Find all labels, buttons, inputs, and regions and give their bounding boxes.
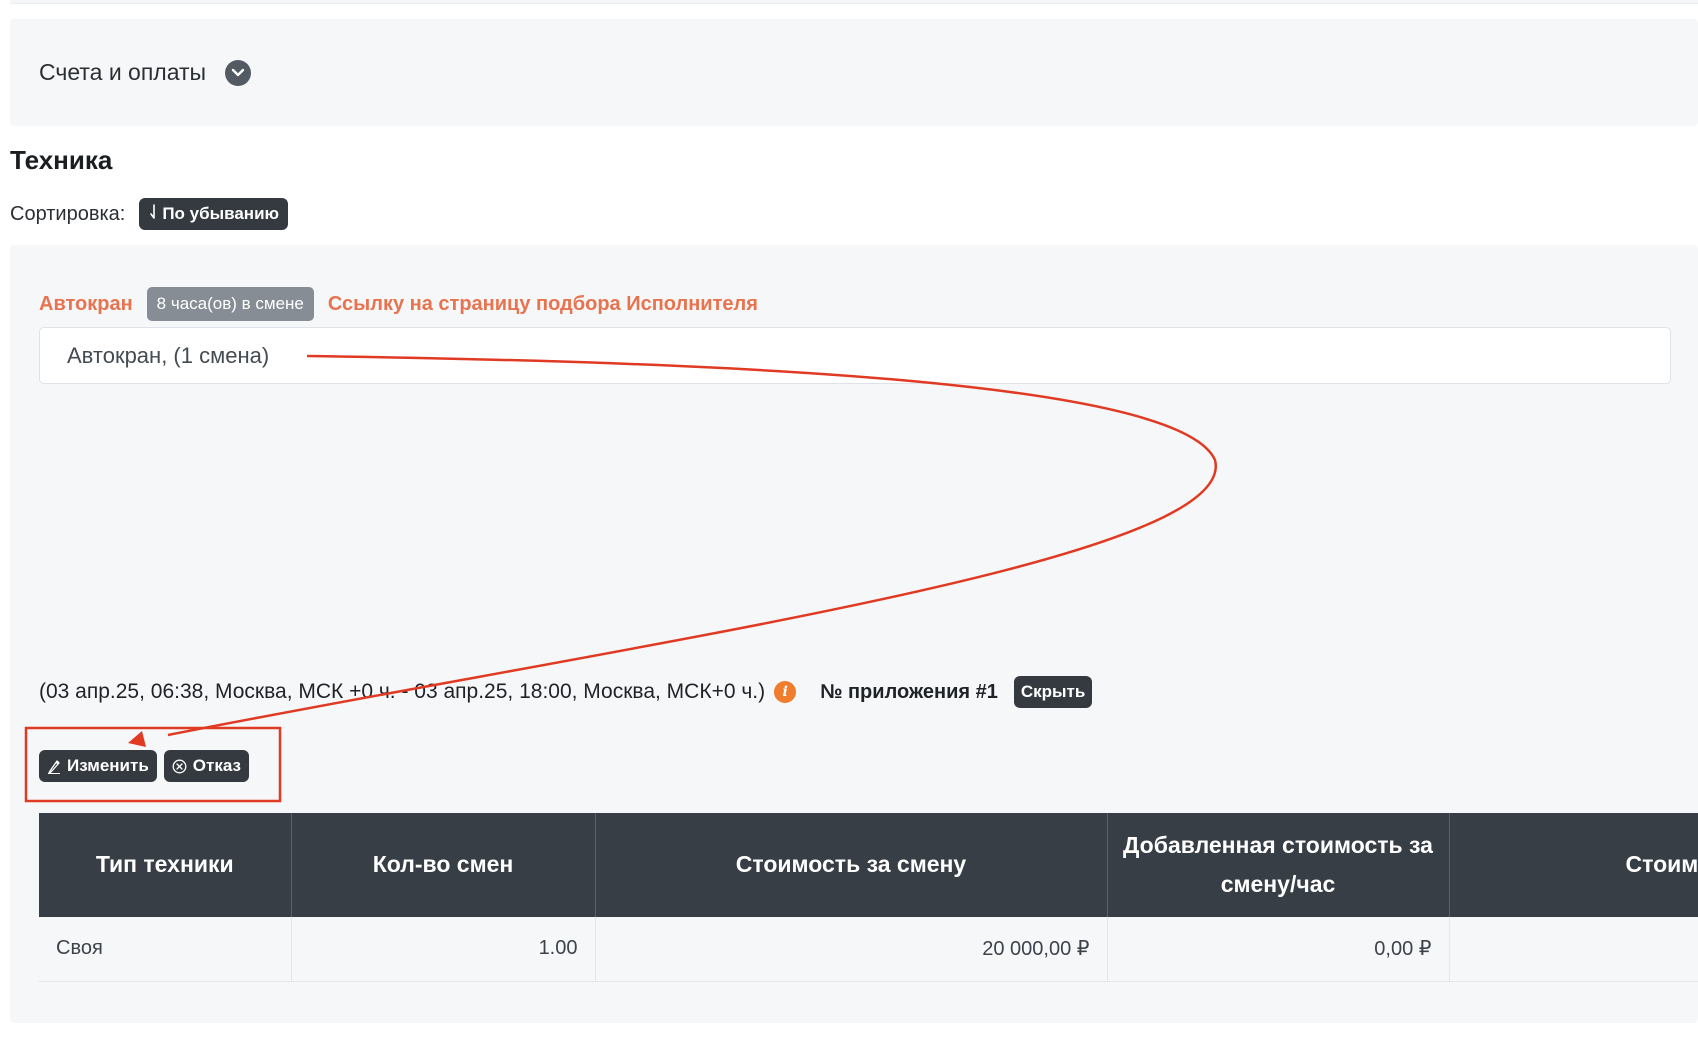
column-header-shift-cost: Стоимость за смену xyxy=(595,813,1108,917)
info-icon[interactable]: i xyxy=(774,681,797,703)
sort-descending-label: По убыванию xyxy=(162,204,280,223)
vehicle-type-link[interactable]: Автокран xyxy=(39,293,133,316)
sort-descending-icon xyxy=(148,203,158,225)
edit-button-label: Изменить xyxy=(67,756,149,775)
column-header-cost-truncated: Стоим xyxy=(1449,813,1698,917)
page: Счета и оплаты Техника Сортировка: По уб… xyxy=(0,0,1698,1038)
sort-descending-button[interactable]: По убыванию xyxy=(139,198,289,230)
table-cell-cost-truncated xyxy=(1449,917,1698,982)
table-cell-added-cost: 0,00 ₽ xyxy=(1107,917,1450,982)
close-circle-icon xyxy=(172,759,187,774)
card-header-row: Автокран 8 часа(ов) в смене Ссылку на ст… xyxy=(39,286,758,322)
edit-button[interactable]: Изменить xyxy=(39,750,157,782)
table-cell-equipment-type: Своя xyxy=(39,917,292,982)
sort-row: Сортировка: По убыванию xyxy=(10,198,289,230)
table-row: Своя 1.00 20 000,00 ₽ 0,00 ₽ xyxy=(39,917,1698,982)
reject-button[interactable]: Отказ xyxy=(163,750,249,782)
chevron-down-icon[interactable] xyxy=(225,59,252,86)
section-title: Техника xyxy=(10,145,113,175)
equipment-table: Тип техники Кол-во смен Стоимость за сме… xyxy=(39,813,1698,982)
card-actions: Изменить Отказ xyxy=(39,750,249,782)
column-header-added-cost: Добавленная стоимость за смену/час xyxy=(1107,813,1450,917)
table-header-row: Тип техники Кол-во смен Стоимость за сме… xyxy=(39,813,1698,917)
reject-button-label: Отказ xyxy=(192,756,241,775)
vehicle-summary-field[interactable]: Автокран, (1 смена) xyxy=(39,327,1671,384)
column-header-equipment-type: Тип техники xyxy=(39,813,292,917)
table-cell-shift-count: 1.00 xyxy=(291,917,596,982)
column-header-shift-count: Кол-во смен xyxy=(291,813,596,917)
pencil-icon xyxy=(47,758,61,774)
invoices-accordion[interactable]: Счета и оплаты xyxy=(10,19,1698,126)
invoices-accordion-title: Счета и оплаты xyxy=(39,59,207,85)
annex-number: № приложения #1 xyxy=(820,680,998,703)
executor-selection-link[interactable]: Ссылку на страницу подбора Исполнителя xyxy=(328,293,758,316)
table-cell-shift-cost: 20 000,00 ₽ xyxy=(595,917,1108,982)
period-row: (03 апр.25, 06:38, Москва, МСК +0 ч. - 0… xyxy=(39,675,1093,709)
rental-period-text: (03 апр.25, 06:38, Москва, МСК +0 ч. - 0… xyxy=(39,680,766,703)
sort-label: Сортировка: xyxy=(10,202,126,225)
top-strip xyxy=(10,0,1698,4)
hours-per-shift-badge: 8 часа(ов) в смене xyxy=(146,287,314,321)
hide-button[interactable]: Скрыть xyxy=(1013,676,1093,708)
